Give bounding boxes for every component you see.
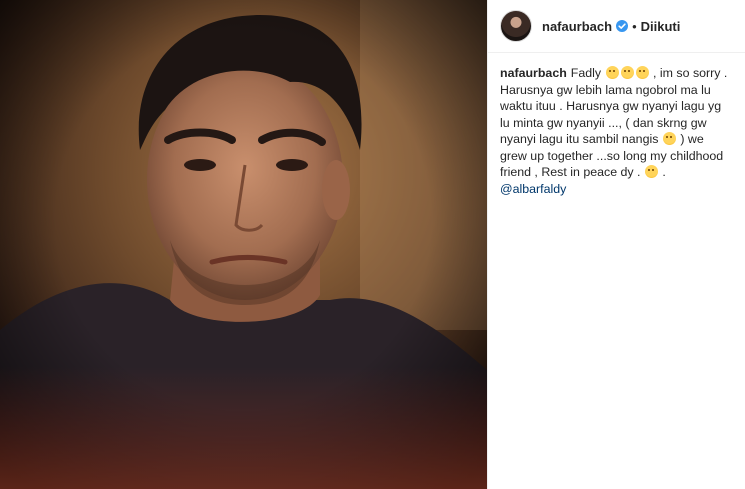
post-photo-image	[0, 0, 487, 489]
instagram-post: nafaurbach • Diikuti nafaurbach Fadly , i…	[0, 0, 745, 489]
sad-face-emoji-icon	[662, 132, 676, 145]
verified-badge-icon	[616, 20, 629, 32]
post-side-panel: nafaurbach • Diikuti nafaurbach Fadly , i…	[488, 0, 745, 489]
profile-avatar[interactable]	[500, 10, 532, 42]
sad-face-emoji-icon	[620, 66, 634, 79]
sad-face-emoji-icon	[635, 66, 649, 79]
header-username[interactable]: nafaurbach	[542, 19, 612, 34]
separator-dot: •	[632, 18, 637, 34]
follow-status-button[interactable]: Diikuti	[641, 19, 681, 34]
sad-face-emoji-icon	[605, 66, 619, 79]
caption-username[interactable]: nafaurbach	[500, 66, 567, 80]
sad-face-emoji-icon	[644, 165, 658, 178]
post-header: nafaurbach • Diikuti	[488, 0, 745, 53]
caption-text-1: Fadly	[570, 66, 602, 80]
caption-text-4: .	[662, 165, 666, 179]
mention-link[interactable]: @albarfaldy	[500, 182, 566, 196]
post-photo[interactable]	[0, 0, 487, 489]
post-caption: nafaurbach Fadly , im so sorry . Harusnya…	[488, 53, 745, 197]
